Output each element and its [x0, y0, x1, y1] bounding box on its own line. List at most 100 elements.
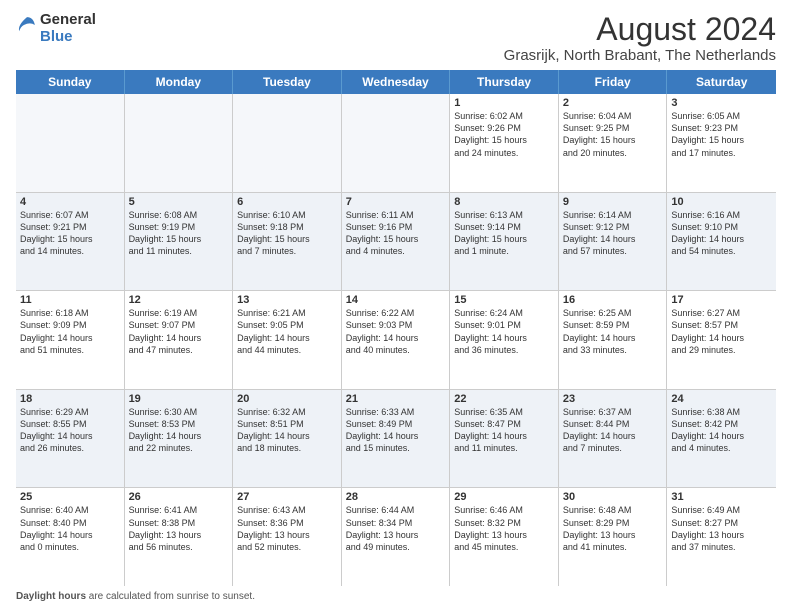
cell-text: Sunset: 8:55 PM	[20, 418, 120, 430]
cell-text: Sunrise: 6:02 AM	[454, 110, 554, 122]
calendar-cell	[125, 94, 234, 192]
cell-text: Daylight: 14 hours	[671, 430, 772, 442]
cell-text: Daylight: 14 hours	[237, 430, 337, 442]
cell-text: and 15 minutes.	[346, 442, 446, 454]
logo-line1: General	[40, 12, 96, 29]
cell-text: Sunrise: 6:19 AM	[129, 307, 229, 319]
calendar-cell: 9Sunrise: 6:14 AMSunset: 9:12 PMDaylight…	[559, 193, 668, 291]
footer: Daylight hours are calculated from sunri…	[16, 591, 776, 602]
calendar-cell: 2Sunrise: 6:04 AMSunset: 9:25 PMDaylight…	[559, 94, 668, 192]
calendar: Sunday Monday Tuesday Wednesday Thursday…	[16, 70, 776, 586]
cell-text: Sunrise: 6:07 AM	[20, 209, 120, 221]
cell-text: Sunset: 8:51 PM	[237, 418, 337, 430]
cell-text: Sunrise: 6:04 AM	[563, 110, 663, 122]
calendar-cell: 5Sunrise: 6:08 AMSunset: 9:19 PMDaylight…	[125, 193, 234, 291]
calendar-cell	[233, 94, 342, 192]
cell-text: Sunset: 9:18 PM	[237, 221, 337, 233]
calendar-row: 1Sunrise: 6:02 AMSunset: 9:26 PM Daylight…	[16, 94, 776, 193]
cell-text: Sunset: 9:19 PM	[129, 221, 229, 233]
cell-text: and 54 minutes.	[671, 245, 772, 257]
cell-text: and 51 minutes.	[20, 344, 120, 356]
cell-text: Sunrise: 6:44 AM	[346, 504, 446, 516]
day-number: 24	[671, 393, 772, 405]
day-number: 22	[454, 393, 554, 405]
calendar-row: 11Sunrise: 6:18 AMSunset: 9:09 PMDayligh…	[16, 291, 776, 390]
calendar-row: 25Sunrise: 6:40 AMSunset: 8:40 PM Dayligh…	[16, 488, 776, 586]
cell-text: and 41 minutes.	[563, 541, 663, 553]
cell-text: and 14 minutes.	[20, 245, 120, 257]
cell-text: Daylight: 14 hours	[237, 332, 337, 344]
calendar-cell: 14Sunrise: 6:22 AMSunset: 9:03 PMDayligh…	[342, 291, 451, 389]
calendar-cell: 11Sunrise: 6:18 AMSunset: 9:09 PMDayligh…	[16, 291, 125, 389]
header-monday: Monday	[125, 70, 234, 94]
calendar-cell: 17Sunrise: 6:27 AMSunset: 8:57 PMDayligh…	[667, 291, 776, 389]
cell-text: Daylight: 14 hours	[563, 233, 663, 245]
cell-text: Sunset: 8:29 PM	[563, 517, 663, 529]
day-number: 27	[237, 491, 337, 503]
cell-text: Sunset: 9:26 PM	[454, 122, 554, 134]
cell-text: Daylight: 15 hours	[237, 233, 337, 245]
day-number: 10	[671, 196, 772, 208]
cell-text: Sunset: 8:57 PM	[671, 319, 772, 331]
calendar-cell: 4Sunrise: 6:07 AMSunset: 9:21 PMDaylight…	[16, 193, 125, 291]
day-number: 23	[563, 393, 663, 405]
logo-line2: Blue	[40, 29, 96, 46]
cell-text: Sunrise: 6:33 AM	[346, 406, 446, 418]
cell-text: Daylight: 14 hours	[129, 332, 229, 344]
cell-text: Sunrise: 6:10 AM	[237, 209, 337, 221]
day-number: 16	[563, 294, 663, 306]
calendar-row: 18Sunrise: 6:29 AMSunset: 8:55 PMDayligh…	[16, 390, 776, 489]
calendar-cell	[16, 94, 125, 192]
calendar-cell: 21Sunrise: 6:33 AMSunset: 8:49 PMDayligh…	[342, 390, 451, 488]
cell-text: Sunset: 9:01 PM	[454, 319, 554, 331]
cell-text: Sunset: 9:05 PM	[237, 319, 337, 331]
cell-text: and 11 minutes.	[454, 442, 554, 454]
cell-text: Sunset: 8:36 PM	[237, 517, 337, 529]
cell-text: Daylight: 15 hours	[454, 233, 554, 245]
cell-text: Daylight: 13 hours	[563, 529, 663, 541]
cell-text: Sunrise: 6:21 AM	[237, 307, 337, 319]
cell-text: and 22 minutes.	[129, 442, 229, 454]
cell-text: Sunrise: 6:11 AM	[346, 209, 446, 221]
cell-text: Sunset: 8:44 PM	[563, 418, 663, 430]
cell-text: Sunset: 8:40 PM	[20, 517, 120, 529]
cell-text: Sunrise: 6:38 AM	[671, 406, 772, 418]
cell-text: Daylight: 15 hours	[671, 134, 772, 146]
day-number: 31	[671, 491, 772, 503]
cell-text: and 37 minutes.	[671, 541, 772, 553]
cell-text: Daylight: 14 hours	[671, 332, 772, 344]
cell-text: and 47 minutes.	[129, 344, 229, 356]
cell-text: Sunrise: 6:35 AM	[454, 406, 554, 418]
day-number: 25	[20, 491, 120, 503]
cell-text: Sunrise: 6:40 AM	[20, 504, 120, 516]
day-number: 20	[237, 393, 337, 405]
day-number: 1	[454, 97, 554, 109]
cell-text: Daylight: 15 hours	[346, 233, 446, 245]
day-number: 28	[346, 491, 446, 503]
cell-text: Daylight: 14 hours	[129, 430, 229, 442]
calendar-cell: 19Sunrise: 6:30 AMSunset: 8:53 PMDayligh…	[125, 390, 234, 488]
calendar-cell: 22Sunrise: 6:35 AMSunset: 8:47 PMDayligh…	[450, 390, 559, 488]
cell-text: Sunset: 9:21 PM	[20, 221, 120, 233]
day-number: 14	[346, 294, 446, 306]
day-number: 3	[671, 97, 772, 109]
calendar-cell: 18Sunrise: 6:29 AMSunset: 8:55 PMDayligh…	[16, 390, 125, 488]
calendar-cell: 31Sunrise: 6:49 AMSunset: 8:27 PMDayligh…	[667, 488, 776, 586]
cell-text: Daylight: 13 hours	[129, 529, 229, 541]
cell-text: Sunrise: 6:25 AM	[563, 307, 663, 319]
calendar-cell: 20Sunrise: 6:32 AMSunset: 8:51 PMDayligh…	[233, 390, 342, 488]
cell-text: and 44 minutes.	[237, 344, 337, 356]
calendar-cell: 3Sunrise: 6:05 AMSunset: 9:23 PMDaylight…	[667, 94, 776, 192]
cell-text: Sunset: 8:59 PM	[563, 319, 663, 331]
cell-text: Daylight: 15 hours	[129, 233, 229, 245]
calendar-cell: 6Sunrise: 6:10 AMSunset: 9:18 PMDaylight…	[233, 193, 342, 291]
cell-text: Daylight: 13 hours	[346, 529, 446, 541]
cell-text: and 7 minutes.	[237, 245, 337, 257]
cell-text: Sunset: 8:34 PM	[346, 517, 446, 529]
cell-text: Sunset: 9:12 PM	[563, 221, 663, 233]
page-subtitle: Grasrijk, North Brabant, The Netherlands	[504, 47, 776, 64]
day-number: 7	[346, 196, 446, 208]
cell-text: Sunset: 8:49 PM	[346, 418, 446, 430]
cell-text: Sunset: 9:25 PM	[563, 122, 663, 134]
cell-text: Daylight: 14 hours	[671, 233, 772, 245]
